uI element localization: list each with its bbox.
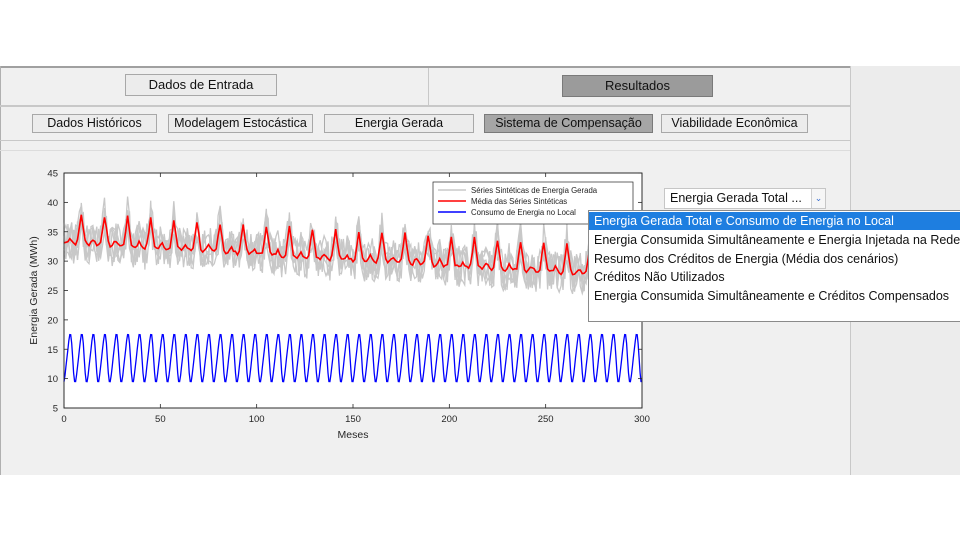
dropdown-option[interactable]: Resumo dos Créditos de Energia (Média do…	[589, 250, 960, 268]
y-tick-label: 30	[47, 257, 58, 268]
dropdown-option[interactable]: Energia Consumida Simultâneamente e Créd…	[589, 287, 960, 305]
legend-entry: Média das Séries Sintéticas	[471, 197, 567, 206]
dropdown-option[interactable]: Créditos Não Utilizados	[589, 268, 960, 286]
plot-type-select[interactable]: Energia Gerada Total ... ⌄	[664, 188, 826, 209]
x-tick-label: 100	[249, 414, 265, 425]
y-tick-label: 10	[47, 374, 58, 385]
y-tick-label: 20	[47, 315, 58, 326]
y-tick-label: 45	[47, 169, 58, 180]
x-tick-label: 300	[634, 414, 650, 425]
y-tick-label: 40	[47, 198, 58, 209]
x-axis-label: Meses	[338, 429, 369, 441]
plot-type-dropdown-list: Energia Gerada Total e Consumo de Energi…	[588, 210, 960, 322]
y-axis-label: Energia Gerada (MWh)	[28, 236, 40, 345]
legend-entry: Séries Sintéticas de Energia Gerada	[471, 186, 598, 195]
y-tick-label: 5	[53, 404, 58, 415]
plot-type-select-value: Energia Gerada Total ...	[670, 191, 802, 205]
x-tick-label: 0	[61, 414, 66, 425]
dropdown-option[interactable]: Energia Gerada Total e Consumo de Energi…	[589, 212, 960, 230]
dropdown-option[interactable]: Energia Consumida Simultâneamente e Ener…	[589, 231, 960, 249]
y-tick-label: 25	[47, 286, 58, 297]
chevron-down-icon[interactable]: ⌄	[811, 189, 825, 208]
y-tick-label: 15	[47, 345, 58, 356]
x-tick-label: 250	[538, 414, 554, 425]
y-tick-label: 35	[47, 227, 58, 238]
legend-entry: Consumo de Energia no Local	[471, 208, 576, 217]
x-tick-label: 150	[345, 414, 361, 425]
x-tick-label: 200	[441, 414, 457, 425]
x-tick-label: 50	[155, 414, 166, 425]
